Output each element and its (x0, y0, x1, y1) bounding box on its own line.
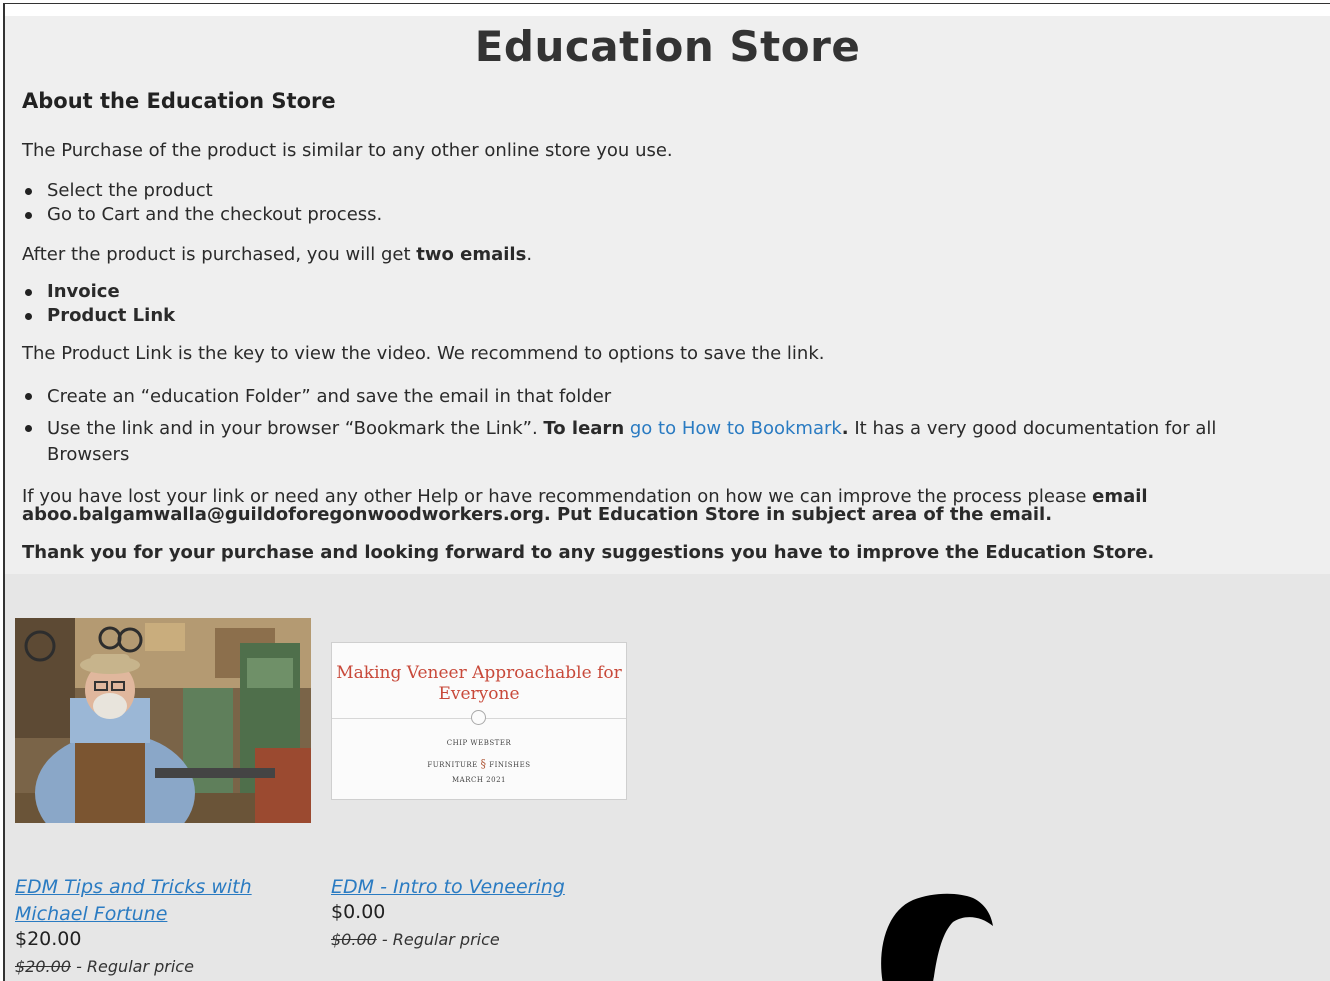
regular-price: $0.00 - Regular price (331, 929, 500, 951)
regular-price-label: - Regular price (70, 957, 194, 976)
regular-price: $20.00 - Regular price (15, 956, 194, 978)
top-strip (5, 4, 1330, 16)
workshop-photo (15, 618, 311, 823)
beaver-silhouette-icon (881, 893, 993, 981)
purchase-steps-list: Select the product Go to Cart and the ch… (22, 179, 382, 227)
thumbnail-title: Making Veneer Approachable for Everyone (336, 663, 622, 704)
brand-left: FURNITURE (427, 761, 478, 769)
email-types-list: Invoice Product Link (22, 280, 175, 328)
bookmark-prefix: Use the link and in your browser “Bookma… (47, 418, 544, 439)
thanks-text: Thank you for your purchase and looking … (22, 542, 1155, 563)
list-item: Use the link and in your browser “Bookma… (22, 416, 1242, 468)
save-options-list: Create an “education Folder” and save th… (22, 384, 1242, 468)
bookmark-bold: To learn (543, 418, 625, 439)
emails-text: After the product is purchased, you will… (22, 244, 532, 266)
list-item: Go to Cart and the checkout process. (22, 203, 382, 227)
product-name-link[interactable]: EDM - Intro to Veneering (331, 874, 565, 901)
product-thumbnail-michael-fortune[interactable] (15, 618, 311, 823)
emails-bold: two emails (416, 244, 527, 265)
product-price: $20.00 (15, 928, 82, 950)
lost-link-text: If you have lost your link or need any o… (22, 488, 1262, 524)
brand-logo-icon: § (480, 757, 487, 770)
intro-text: The Purchase of the product is similar t… (22, 140, 673, 161)
about-heading: About the Education Store (22, 89, 336, 113)
regular-price-value: $20.00 (15, 957, 71, 976)
education-store-info: Education Store About the Education Stor… (5, 16, 1330, 574)
product-thumbnail-veneering[interactable]: Making Veneer Approachable for Everyone … (331, 642, 627, 800)
link-note-text: The Product Link is the key to view the … (22, 343, 825, 364)
thumbnail-brand: FURNITURE § FINISHES (332, 757, 626, 770)
browser-viewport: Education Store About the Education Stor… (3, 3, 1330, 981)
emails-prefix: After the product is purchased, you will… (22, 244, 417, 265)
regular-price-label: - Regular price (376, 930, 500, 949)
list-item: Select the product (22, 179, 382, 203)
list-item: Invoice (22, 280, 175, 304)
list-item: Product Link (22, 304, 175, 328)
product-grid: EDM Tips and Tricks with Michael Fortune… (5, 574, 1330, 981)
bookmark-dot: . (841, 418, 849, 439)
how-to-bookmark-link[interactable]: go to How to Bookmark (630, 418, 842, 439)
list-item: Create an “education Folder” and save th… (22, 384, 1242, 410)
circle-ornament-icon (471, 710, 486, 725)
page-title: Education Store (474, 22, 861, 71)
emails-suffix: . (526, 244, 533, 265)
regular-price-value: $0.00 (331, 930, 377, 949)
thumbnail-date: MARCH 2021 (452, 776, 506, 784)
product-name-link[interactable]: EDM Tips and Tricks with Michael Fortune (15, 874, 315, 928)
product-price: $0.00 (331, 901, 386, 923)
thumbnail-author: CHIP WEBSTER (446, 739, 512, 747)
brand-right: FINISHES (489, 761, 531, 769)
